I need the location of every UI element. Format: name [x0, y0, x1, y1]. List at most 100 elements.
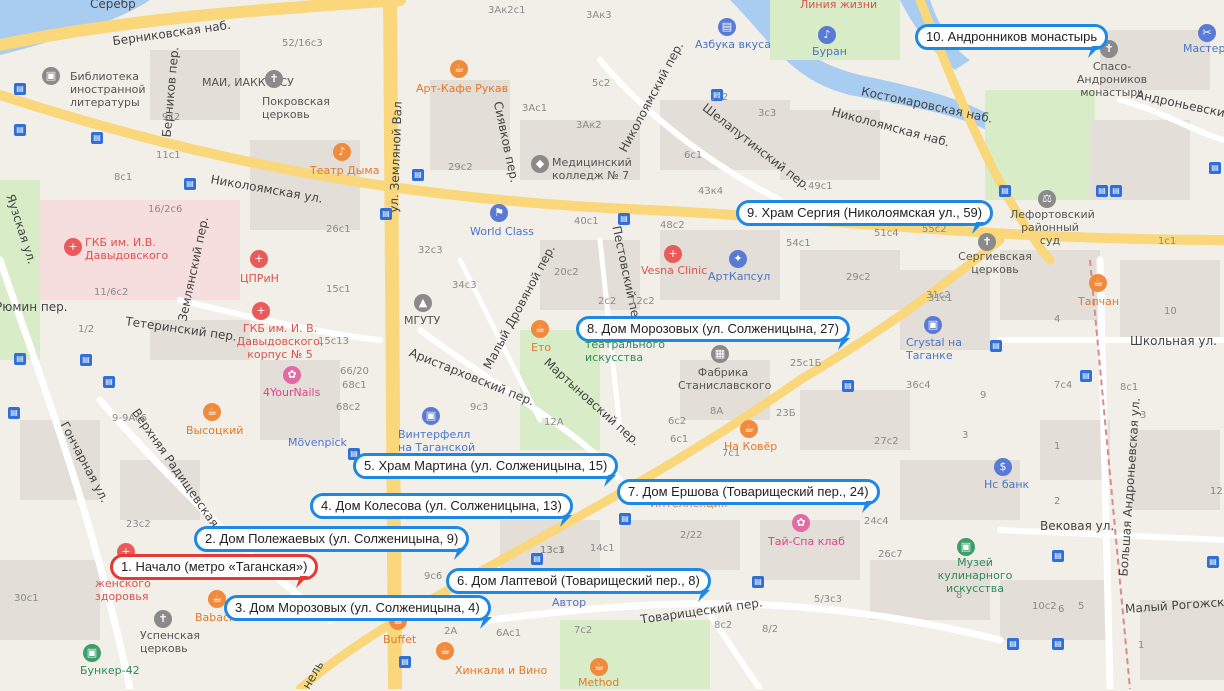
- poi-vesna[interactable]: Vesna Clinic: [641, 264, 707, 277]
- university-icon[interactable]: ▲: [414, 294, 432, 312]
- poi-lefortovskiy[interactable]: Лефортовский районный суд: [1010, 208, 1095, 247]
- vysotskiy-icon[interactable]: ☕: [203, 403, 221, 421]
- poi-eto[interactable]: Ето: [531, 341, 551, 354]
- poi-khinkali[interactable]: Хинкали и Вино: [455, 664, 547, 677]
- poi-azbuka[interactable]: Азбука вкуса: [695, 38, 771, 51]
- hospital-icon-2[interactable]: +: [250, 250, 268, 268]
- poi-liniya[interactable]: Линия жизни: [800, 0, 877, 11]
- bus-stop-icon[interactable]: ▤: [999, 185, 1011, 197]
- bus-stop-icon[interactable]: ▤: [412, 169, 424, 181]
- khinkali-icon[interactable]: ☕: [436, 642, 454, 660]
- route-point-9[interactable]: 9. Храм Сергия (Николоямская ул., 59): [736, 200, 994, 226]
- bus-stop-icon[interactable]: ▤: [80, 354, 92, 366]
- bus-stop-icon[interactable]: ▤: [842, 380, 854, 392]
- theatre-icon[interactable]: ♪: [333, 143, 351, 161]
- poi-artkapsul[interactable]: АртКапсул: [708, 270, 770, 283]
- bus-stop-icon[interactable]: ▤: [14, 83, 26, 95]
- church-icon[interactable]: ✝: [265, 70, 283, 88]
- clinic-icon[interactable]: +: [664, 245, 682, 263]
- bus-stop-icon[interactable]: ▤: [8, 407, 20, 419]
- bus-stop-icon[interactable]: ▤: [1052, 550, 1064, 562]
- bank-icon[interactable]: $: [994, 458, 1012, 476]
- eto-icon[interactable]: ☕: [531, 320, 549, 338]
- spa-icon[interactable]: ✿: [792, 514, 810, 532]
- poi-vysotskiy[interactable]: Высоцкий: [186, 424, 243, 437]
- poi-bunker[interactable]: Бункер-42: [80, 664, 140, 677]
- hotel-icon[interactable]: ▣: [924, 316, 942, 334]
- buran-icon[interactable]: ♪: [818, 26, 836, 44]
- na-kover-icon[interactable]: ☕: [740, 420, 758, 438]
- route-point-6[interactable]: 6. Дом Лаптевой (Товарищеский пер., 8): [446, 568, 711, 594]
- poi-fabrika[interactable]: Фабрика Станиславского: [678, 366, 771, 392]
- poi-method[interactable]: Method: [578, 676, 619, 689]
- route-point-8[interactable]: 8. Дом Морозовых (ул. Солженицына, 27): [576, 316, 850, 342]
- poi-tai-spa[interactable]: Тай-Спа клаб: [768, 535, 845, 548]
- bus-stop-icon[interactable]: ▤: [103, 376, 115, 388]
- bus-stop-icon[interactable]: ▤: [618, 213, 630, 225]
- church-icon-sergiy[interactable]: ✝: [978, 233, 996, 251]
- poi-avtor[interactable]: Автор: [552, 596, 586, 609]
- bus-stop-icon[interactable]: ▤: [399, 656, 411, 668]
- poi-movenpick[interactable]: Mövenpick: [288, 436, 347, 449]
- route-point-7[interactable]: 7. Дом Ершова (Товарищеский пер., 24): [617, 479, 880, 505]
- poi-med-college[interactable]: Медицинский колледж № 7: [552, 156, 632, 182]
- bus-stop-icon[interactable]: ▤: [619, 513, 631, 525]
- method-icon[interactable]: ☕: [590, 658, 608, 676]
- poi-cprin[interactable]: ЦПРиН: [240, 272, 279, 285]
- poi-crystal[interactable]: Crystal на Таганке: [906, 336, 966, 362]
- poi-muzey[interactable]: Музей кулинарного искусства: [935, 556, 1015, 595]
- bus-stop-icon[interactable]: ▤: [1007, 638, 1019, 650]
- shop-icon[interactable]: ▤: [718, 18, 736, 36]
- poi-sergievskaya[interactable]: Сергиевская церковь: [955, 250, 1035, 276]
- bus-stop-icon[interactable]: ▤: [1096, 185, 1108, 197]
- poi-zhenskogo[interactable]: женского здоровья: [95, 577, 165, 603]
- bus-stop-icon[interactable]: ▤: [1052, 638, 1064, 650]
- tapchan-icon[interactable]: ☕: [1089, 274, 1107, 292]
- bus-stop-icon[interactable]: ▤: [380, 208, 392, 220]
- poi-nails[interactable]: 4YourNails: [263, 386, 320, 399]
- hospital-icon-3[interactable]: +: [252, 302, 270, 320]
- bus-stop-icon[interactable]: ▤: [1209, 162, 1221, 174]
- route-point-2[interactable]: 2. Дом Полежаевых (ул. Солженицына, 9): [194, 526, 470, 552]
- poi-buffet[interactable]: Buffet: [383, 633, 416, 646]
- poi-uspenskaya[interactable]: Успенская церковь: [140, 629, 200, 655]
- route-point-1[interactable]: 1. Начало (метро «Таганская»): [110, 554, 319, 580]
- poi-gkb-1[interactable]: ГКБ им. И.В. Давыдовского: [85, 236, 175, 262]
- museum-icon[interactable]: ▣: [957, 538, 975, 556]
- poi-teatr-dyma[interactable]: Театр Дыма: [310, 164, 379, 177]
- poi-master[interactable]: Мастер: [1183, 42, 1224, 55]
- bus-stop-icon[interactable]: ▤: [1110, 185, 1122, 197]
- poi-tapchan[interactable]: Тапчан: [1078, 295, 1119, 308]
- bus-stop-icon[interactable]: ▤: [184, 178, 196, 190]
- poi-biblioteka[interactable]: Библиотека иностранной литературы: [70, 70, 150, 109]
- poi-pokrovskaya[interactable]: Покровская церковь: [262, 95, 332, 121]
- bus-stop-icon[interactable]: ▤: [14, 124, 26, 136]
- library-icon[interactable]: ▣: [42, 67, 60, 85]
- master-icon[interactable]: ✂: [1198, 24, 1216, 42]
- bunker-icon[interactable]: ▣: [83, 644, 101, 662]
- cafe-icon[interactable]: ☕: [450, 60, 468, 78]
- nails-icon[interactable]: ✿: [283, 366, 301, 384]
- bus-stop-icon[interactable]: ▤: [1207, 556, 1219, 568]
- bus-stop-icon[interactable]: ▤: [14, 353, 26, 365]
- college-icon[interactable]: ◆: [531, 155, 549, 173]
- route-point-4[interactable]: 4. Дом Колесова (ул. Солженицына, 13): [310, 493, 573, 519]
- poi-vintefell[interactable]: Винтерфелл на Таганской: [398, 428, 478, 454]
- hospital-icon-1[interactable]: +: [64, 238, 82, 256]
- poi-art-cafe[interactable]: Арт-Кафе Рукав: [416, 82, 508, 95]
- poi-buran[interactable]: Буран: [812, 45, 847, 58]
- court-icon[interactable]: ⚖: [1038, 190, 1056, 208]
- bus-stop-icon[interactable]: ▤: [990, 340, 1002, 352]
- vintefell-icon[interactable]: ▣: [422, 407, 440, 425]
- route-point-5[interactable]: 5. Храм Мартина (ул. Солженицына, 15): [353, 453, 619, 479]
- bus-stop-icon[interactable]: ▤: [1080, 370, 1092, 382]
- poi-spaso[interactable]: Спасо-Андроников монастырь: [1072, 60, 1152, 99]
- poi-world-class[interactable]: World Class: [470, 225, 534, 238]
- uspenskaya-icon[interactable]: ✝: [154, 610, 172, 628]
- bus-stop-icon[interactable]: ▤: [752, 576, 764, 588]
- poi-mgutu[interactable]: МГУТУ: [404, 314, 440, 327]
- artkapsul-icon[interactable]: ✦: [729, 250, 747, 268]
- route-point-3[interactable]: 3. Дом Морозовых (ул. Солженицына, 4): [224, 595, 491, 621]
- gym-icon[interactable]: ⚑: [490, 204, 508, 222]
- bus-stop-icon[interactable]: ▤: [91, 132, 103, 144]
